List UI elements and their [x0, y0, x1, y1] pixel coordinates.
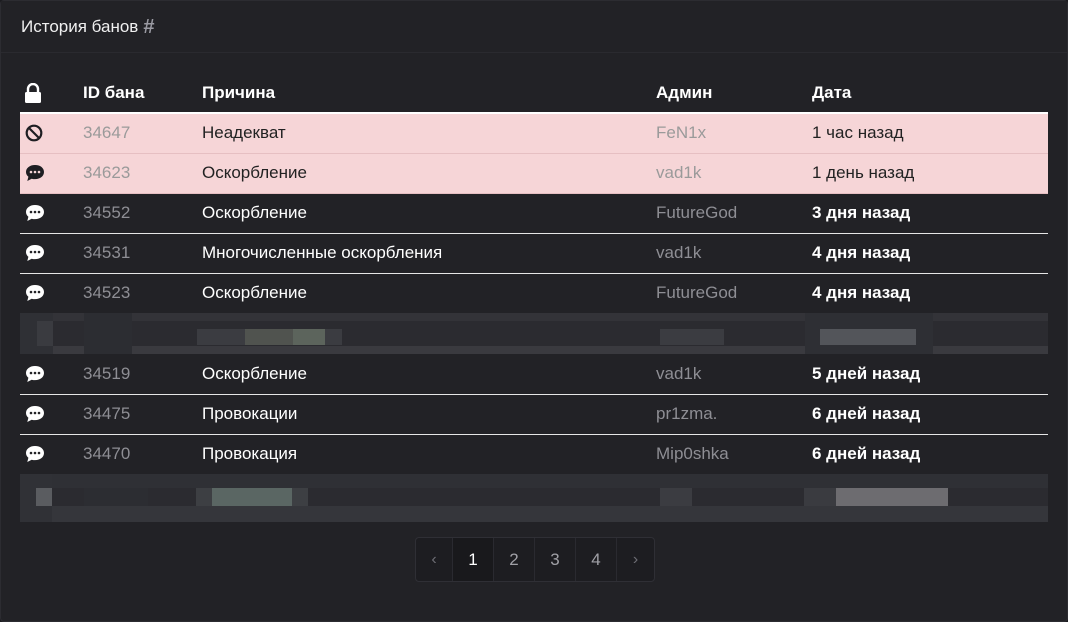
- header-admin[interactable]: Админ: [656, 73, 812, 114]
- ban-date: 6 дней назад: [812, 444, 921, 464]
- prev-page-button[interactable]: ‹: [416, 538, 453, 581]
- page-4-button[interactable]: 4: [576, 538, 617, 581]
- pagination: ‹ 1 2 3 4 ›: [415, 537, 655, 582]
- ban-date: 1 день назад: [812, 163, 915, 182]
- table-row[interactable]: 34623 Оскорбление vad1k 1 день назад: [20, 153, 1048, 193]
- table-row[interactable]: 34647 Неадекват FeN1x 1 час назад: [20, 113, 1048, 153]
- header-ban-id[interactable]: ID бана: [83, 73, 202, 114]
- chat-icon: [25, 244, 83, 262]
- ban-reason: Оскорбление: [202, 363, 307, 383]
- chat-icon: [25, 204, 83, 222]
- ban-id: 34475: [83, 404, 131, 423]
- ban-date: 5 дней назад: [812, 363, 921, 383]
- ban-date: 3 дня назад: [812, 203, 911, 222]
- lock-icon: [24, 82, 83, 103]
- header-lock: [20, 73, 83, 114]
- ban-admin[interactable]: pr1zma.: [656, 394, 812, 434]
- ban-admin[interactable]: vad1k: [656, 153, 812, 193]
- page-3-button[interactable]: 3: [535, 538, 576, 581]
- ban-id: 34531: [83, 243, 131, 262]
- ban-reason: Многочисленные оскорбления: [202, 243, 443, 262]
- ban-admin[interactable]: FeN1x: [656, 113, 812, 153]
- ban-id: 34523: [83, 283, 131, 303]
- page-2-button[interactable]: 2: [494, 538, 535, 581]
- ban-date: 1 час назад: [812, 123, 904, 143]
- pixelated-redaction: [20, 474, 1048, 522]
- table-row[interactable]: 34475 Провокации pr1zma. 6 дней назад: [20, 394, 1048, 434]
- ban-reason: Оскорбление: [202, 203, 307, 222]
- ban-reason: Провокация: [202, 444, 298, 464]
- table-row[interactable]: 34552 Оскорбление FutureGod 3 дня назад: [20, 193, 1048, 233]
- panel-title: История банов: [21, 16, 139, 36]
- ban-table-wrapper: ID бана Причина Админ Дата 34647 Неадекв…: [20, 73, 1048, 522]
- ban-reason: Неадекват: [202, 123, 286, 143]
- table-row[interactable]: 34523 Оскорбление FutureGod 4 дня назад: [20, 273, 1048, 313]
- ban-reason: Оскорбление: [202, 163, 307, 182]
- table-row[interactable]: 34519 Оскорбление vad1k 5 дней назад: [20, 354, 1048, 394]
- ban-date: 6 дней назад: [812, 404, 921, 423]
- ban-id: 34647: [83, 123, 131, 143]
- chat-icon: [25, 284, 83, 302]
- table-row[interactable]: 34470 Провокация Mip0shka 6 дней назад: [20, 434, 1048, 474]
- ban-reason: Оскорбление: [202, 283, 307, 303]
- panel-header: История банов #: [1, 1, 1067, 53]
- ban-date: 4 дня назад: [812, 243, 911, 262]
- ban-reason: Провокации: [202, 404, 298, 423]
- ban-icon: [25, 124, 83, 142]
- header-date[interactable]: Дата: [812, 73, 1048, 114]
- ban-admin[interactable]: Mip0shka: [656, 434, 812, 474]
- page-1-button[interactable]: 1: [453, 538, 494, 581]
- ban-history-panel: История банов # ID бана Причина Админ Да…: [0, 0, 1068, 622]
- ban-admin[interactable]: FutureGod: [656, 273, 812, 313]
- ban-date: 4 дня назад: [812, 283, 911, 303]
- redacted-row: [20, 313, 1048, 354]
- ban-id: 34470: [83, 444, 131, 464]
- chat-icon: [25, 445, 83, 463]
- next-page-button[interactable]: ›: [617, 538, 654, 581]
- ban-table: ID бана Причина Админ Дата 34647 Неадекв…: [20, 73, 1048, 522]
- ban-id: 34623: [83, 163, 131, 182]
- chat-icon: [25, 164, 83, 182]
- header-reason[interactable]: Причина: [202, 73, 656, 114]
- ban-admin[interactable]: vad1k: [656, 354, 812, 394]
- chat-icon: [25, 365, 83, 383]
- chat-icon: [25, 405, 83, 423]
- ban-id: 34519: [83, 363, 131, 383]
- table-header-row: ID бана Причина Админ Дата: [20, 73, 1048, 114]
- table-row[interactable]: 34531 Многочисленные оскорбления vad1k 4…: [20, 233, 1048, 273]
- pixelated-redaction: [20, 313, 1048, 354]
- ban-id: 34552: [83, 203, 131, 222]
- ban-admin[interactable]: vad1k: [656, 233, 812, 273]
- redacted-row: [20, 474, 1048, 522]
- hash-icon[interactable]: #: [143, 17, 154, 37]
- ban-admin[interactable]: FutureGod: [656, 193, 812, 233]
